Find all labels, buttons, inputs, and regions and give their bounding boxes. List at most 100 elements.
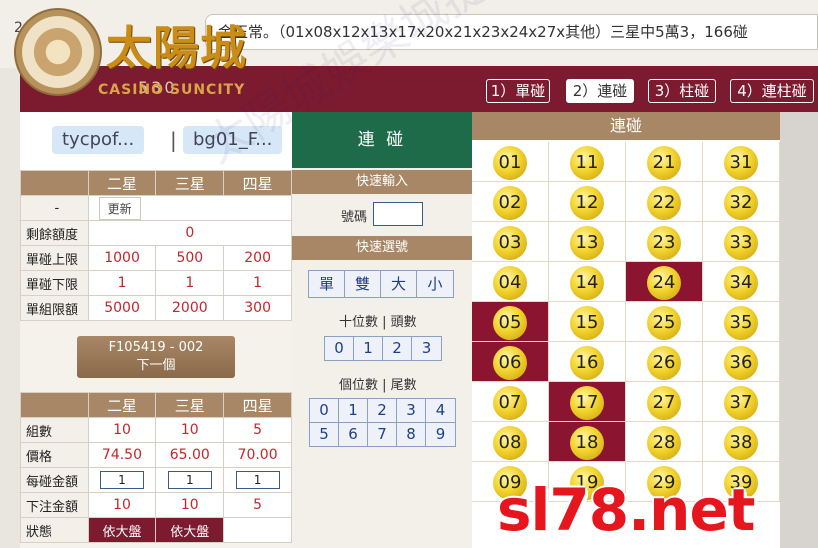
number-cell[interactable]: 28: [626, 422, 703, 462]
number-cell[interactable]: 25: [626, 302, 703, 342]
number-cell[interactable]: 04: [472, 262, 549, 302]
number-ball: 24: [647, 266, 681, 300]
tens-keys: 0 1 2 3: [324, 336, 442, 361]
bet-header-2: 二星: [87, 392, 157, 418]
key-even[interactable]: 雙: [345, 271, 381, 297]
ones-key-4[interactable]: 4: [426, 399, 455, 422]
next-button[interactable]: F105419 - 002 下一個: [77, 336, 235, 378]
number-cell[interactable]: 06: [472, 342, 549, 382]
next-button-label: 下一個: [136, 358, 176, 373]
bet-header-blank: [20, 392, 89, 418]
number-cell[interactable]: 26: [626, 342, 703, 382]
each-amount-4-cell: 1: [223, 467, 292, 493]
number-ball: 23: [647, 226, 681, 260]
key-big[interactable]: 大: [381, 271, 417, 297]
number-ball: 01: [493, 146, 527, 180]
tab-consecutive[interactable]: 2）連碰: [566, 79, 634, 103]
number-cell[interactable]: 17: [549, 382, 626, 422]
min-4: 1: [223, 270, 292, 296]
number-cell[interactable]: 05: [472, 302, 549, 342]
number-cell[interactable]: 15: [549, 302, 626, 342]
number-cell[interactable]: 24: [626, 262, 703, 302]
ones-key-7[interactable]: 7: [368, 423, 397, 446]
ones-key-1[interactable]: 1: [339, 399, 368, 422]
price-2: 74.50: [87, 442, 157, 468]
account-pill[interactable]: tycpof...: [52, 126, 145, 154]
number-cell[interactable]: 35: [703, 302, 780, 342]
ones-key-5[interactable]: 5: [310, 423, 339, 446]
total-4: 5: [223, 492, 292, 518]
number-cell[interactable]: 27: [626, 382, 703, 422]
number-cell[interactable]: 08: [472, 422, 549, 462]
number-cell[interactable]: 16: [549, 342, 626, 382]
code-label: 號碼: [341, 210, 368, 225]
groups-2: 10: [87, 417, 157, 443]
number-cell[interactable]: 03: [472, 222, 549, 262]
number-cell[interactable]: 02: [472, 182, 549, 222]
number-cell[interactable]: 32: [703, 182, 780, 222]
group-limit-2: 5000: [87, 295, 157, 321]
number-cell[interactable]: 23: [626, 222, 703, 262]
limits-header-4: 四星: [223, 170, 292, 196]
page-root: 2 2 0 金正常。（01x08x12x13x17x20x21x23x24x27x…: [0, 0, 818, 548]
number-ball: 26: [647, 346, 681, 380]
tens-key-0[interactable]: 0: [325, 337, 354, 360]
tens-key-2[interactable]: 2: [383, 337, 412, 360]
ones-key-0[interactable]: 0: [310, 399, 339, 422]
key-small[interactable]: 小: [417, 271, 453, 297]
number-cell[interactable]: 18: [549, 422, 626, 462]
number-cell[interactable]: 36: [703, 342, 780, 382]
number-cell[interactable]: 33: [703, 222, 780, 262]
max-2: 1000: [87, 245, 157, 271]
each-amount-4-input[interactable]: 1: [235, 471, 280, 489]
each-amount-3-input[interactable]: 1: [167, 471, 212, 489]
number-cell[interactable]: 14: [549, 262, 626, 302]
ones-key-8[interactable]: 8: [397, 423, 426, 446]
tab-consecutive-column[interactable]: 4）連柱碰: [730, 79, 814, 103]
number-cell[interactable]: 13: [549, 222, 626, 262]
number-ball: 07: [493, 386, 527, 420]
groups-4: 5: [223, 417, 292, 443]
ones-key-2[interactable]: 2: [368, 399, 397, 422]
number-ball: 04: [493, 266, 527, 300]
tens-label: 十位數 | 頭數: [339, 315, 417, 330]
number-cell[interactable]: 34: [703, 262, 780, 302]
number-cell[interactable]: 37: [703, 382, 780, 422]
number-cell[interactable]: 12: [549, 182, 626, 222]
number-ball: 31: [724, 146, 758, 180]
number-cell[interactable]: 22: [626, 182, 703, 222]
price-4: 70.00: [223, 442, 292, 468]
remaining-value: 0: [87, 220, 293, 246]
code-input[interactable]: [373, 202, 423, 226]
sun-seal-icon: [14, 8, 102, 96]
each-amount-2-input[interactable]: 1: [99, 471, 144, 489]
each-amount-2-cell: 1: [87, 467, 157, 493]
parity-keys: 單 雙 大 小: [308, 270, 454, 298]
min-3: 1: [155, 270, 225, 296]
ones-keys-row1: 0 1 2 3 4: [309, 398, 456, 423]
bet-table: 二星 三星 四星 組數 10 10 5 價格 74.50 65.00 70.00…: [20, 392, 292, 543]
limits-table: 二星 三星 四星 - 更新 剩餘額度 0 單碰上限 1000 500 200 單…: [20, 170, 293, 321]
total-label: 下注金額: [20, 492, 89, 518]
number-ball: 25: [647, 306, 681, 340]
tens-key-1[interactable]: 1: [354, 337, 383, 360]
sub-account-pill[interactable]: bg01_F...: [183, 126, 283, 154]
ones-key-6[interactable]: 6: [339, 423, 368, 446]
group-limit-3: 2000: [155, 295, 225, 321]
number-ball: 33: [724, 226, 758, 260]
number-cell[interactable]: 07: [472, 382, 549, 422]
number-ball: 03: [493, 226, 527, 260]
tens-key-3[interactable]: 3: [412, 337, 441, 360]
number-cell[interactable]: 38: [703, 422, 780, 462]
number-cell[interactable]: 31: [703, 142, 780, 182]
key-odd[interactable]: 單: [309, 271, 345, 297]
tab-single[interactable]: 1）單碰: [486, 79, 550, 103]
tab-column[interactable]: 3）柱碰: [648, 79, 716, 103]
number-cell[interactable]: 01: [472, 142, 549, 182]
number-ball: 12: [570, 186, 604, 220]
number-cell[interactable]: 21: [626, 142, 703, 182]
ones-key-9[interactable]: 9: [426, 423, 455, 446]
number-cell[interactable]: 11: [549, 142, 626, 182]
ones-key-3[interactable]: 3: [397, 399, 426, 422]
update-button[interactable]: 更新: [98, 196, 141, 220]
